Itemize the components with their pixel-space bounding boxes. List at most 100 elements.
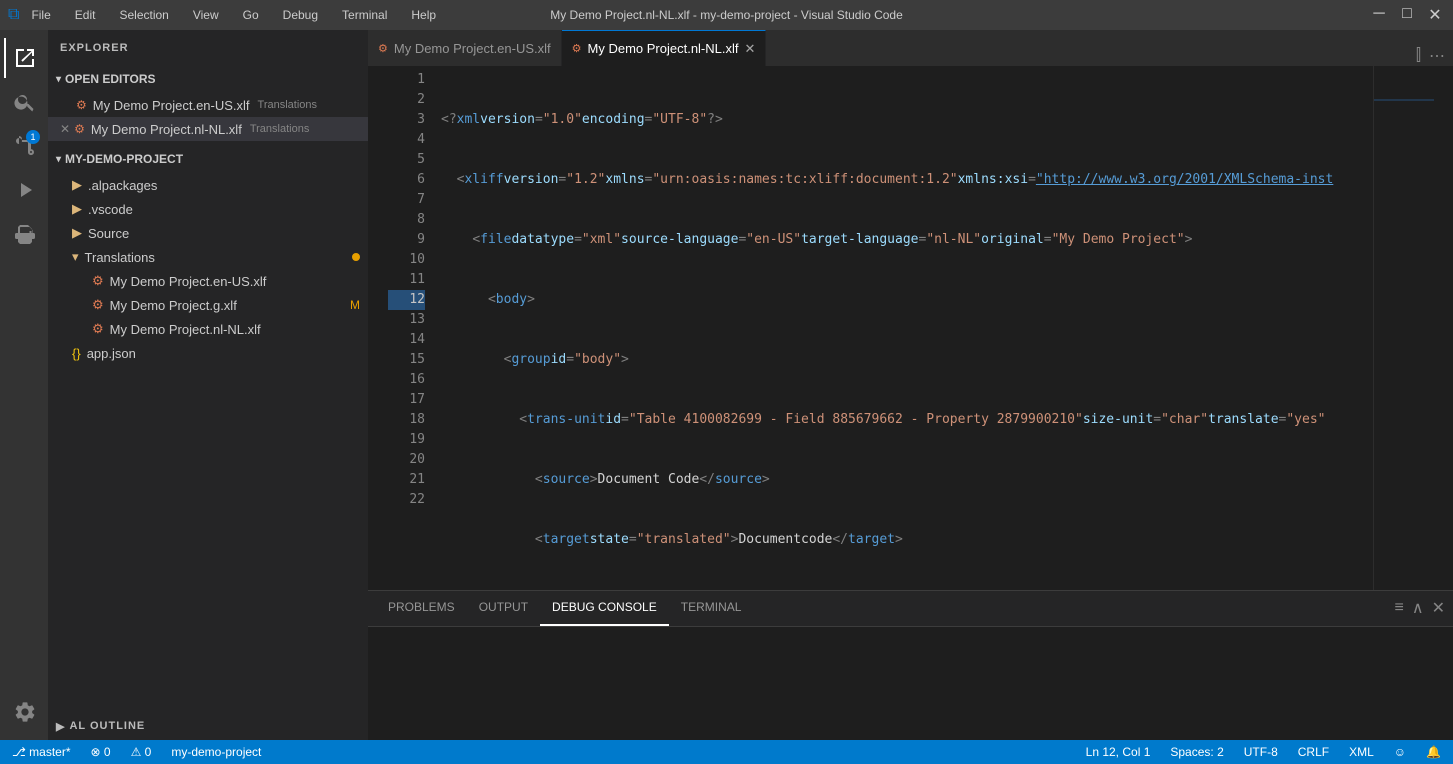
minimize-button[interactable]: ─ (1369, 5, 1389, 25)
menu-edit[interactable]: Edit (71, 6, 100, 24)
menu-file[interactable]: File (27, 6, 54, 24)
main-layout: 1 EXPLORER ▾ OPEN EDITORS ⚙ My Demo Proj… (0, 30, 1453, 740)
ln-2: 2 (388, 90, 425, 110)
tab-nl-nl[interactable]: ⚙ My Demo Project.nl-NL.xlf ✕ (562, 30, 767, 66)
close-nl-nl-icon[interactable]: ✕ (60, 122, 70, 136)
ln-13: 13 (388, 310, 425, 330)
close-button[interactable]: ✕ (1425, 5, 1445, 25)
statusbar-spaces[interactable]: Spaces: 2 (1166, 745, 1227, 759)
open-editor-en-us[interactable]: ⚙ My Demo Project.en-US.xlf Translations (48, 93, 368, 117)
code-line-1: <?xml version="1.0" encoding="UTF-8"?> (441, 110, 1373, 130)
activity-settings[interactable] (4, 692, 44, 732)
source-label: Source (88, 226, 129, 241)
panel-tab-problems[interactable]: PROBLEMS (376, 590, 467, 626)
project-section[interactable]: ▾ MY-DEMO-PROJECT (48, 145, 368, 173)
code-content[interactable]: <?xml version="1.0" encoding="UTF-8"?> <… (433, 66, 1373, 590)
tab-en-us[interactable]: ⚙ My Demo Project.en-US.xlf (368, 30, 562, 66)
window-title: My Demo Project.nl-NL.xlf - my-demo-proj… (550, 8, 903, 22)
panel-wrap-icon[interactable]: ≡ (1395, 599, 1404, 617)
statusbar: ⎇ master* ⊗ 0 ⚠ 0 my-demo-project Ln 12,… (0, 740, 1453, 764)
menu-go[interactable]: Go (239, 6, 263, 24)
ln-1: 1 (388, 70, 425, 90)
sidebar-item-source[interactable]: ▶ Source (48, 221, 368, 245)
panel-tab-terminal[interactable]: TERMINAL (669, 590, 754, 626)
g-xlf-label: My Demo Project.g.xlf (110, 298, 237, 313)
translations-modified-dot (352, 253, 360, 261)
statusbar-line-ending[interactable]: CRLF (1294, 745, 1333, 759)
folder-icon3: ▶ (72, 225, 82, 241)
project-label: MY-DEMO-PROJECT (65, 152, 183, 166)
sidebar-item-g-xlf[interactable]: ⚙ My Demo Project.g.xlf M (48, 293, 368, 317)
statusbar-line-col[interactable]: Ln 12, Col 1 (1082, 745, 1155, 759)
open-editors-label: OPEN EDITORS (65, 72, 155, 86)
tab-nl-nl-close[interactable]: ✕ (745, 41, 756, 57)
statusbar-right: Ln 12, Col 1 Spaces: 2 UTF-8 CRLF XML ☺ … (1082, 745, 1445, 759)
al-outline-label: AL OUTLINE (69, 720, 145, 732)
folder-icon4: ▾ (72, 249, 79, 265)
activity-extensions[interactable] (4, 214, 44, 254)
statusbar-language[interactable]: XML (1345, 745, 1378, 759)
activity-explorer[interactable] (4, 38, 44, 78)
ln-22: 22 (388, 490, 425, 510)
panel-tabs: PROBLEMS OUTPUT DEBUG CONSOLE TERMINAL ≡… (368, 591, 1453, 627)
activity-source-control[interactable]: 1 (4, 126, 44, 166)
al-outline-header[interactable]: ▶ AL OUTLINE (48, 712, 368, 740)
menu-view[interactable]: View (189, 6, 223, 24)
ln-4: 4 (388, 130, 425, 150)
menu-terminal[interactable]: Terminal (338, 6, 391, 24)
statusbar-warnings[interactable]: ⚠ 0 (127, 745, 156, 759)
folder-icon: ▶ (72, 177, 82, 193)
xlf-file-icon2: ⚙ (92, 297, 104, 313)
open-editor-nl-nl-name: My Demo Project.nl-NL.xlf (91, 122, 242, 137)
ln-15: 15 (388, 350, 425, 370)
ln-21: 21 (388, 470, 425, 490)
statusbar-branch[interactable]: ⎇ master* (8, 745, 75, 759)
sidebar-item-app-json[interactable]: {} app.json (48, 341, 368, 365)
menu-bar: File Edit Selection View Go Debug Termin… (27, 6, 440, 24)
sidebar-item-vscode[interactable]: ▶ .vscode (48, 197, 368, 221)
editor-actions: ⫿ ⋯ (1408, 46, 1453, 66)
panel-up-icon[interactable]: ∧ (1412, 598, 1424, 618)
code-line-6: <trans-unit id="Table 4100082699 - Field… (441, 410, 1373, 430)
split-editor-icon[interactable]: ⫿ (1416, 47, 1421, 65)
sidebar-item-en-us-xlf[interactable]: ⚙ My Demo Project.en-US.xlf (48, 269, 368, 293)
statusbar-smiley[interactable]: ☺ (1390, 745, 1410, 759)
ln-16: 16 (388, 370, 425, 390)
ln-19: 19 (388, 430, 425, 450)
panel-tab-output[interactable]: OUTPUT (467, 590, 540, 626)
translations-label: Translations (85, 250, 155, 265)
minimap (1373, 66, 1453, 590)
menu-debug[interactable]: Debug (279, 6, 322, 24)
vscode-logo-icon: ⧉ (8, 6, 19, 24)
sidebar-item-nl-nl-xlf[interactable]: ⚙ My Demo Project.nl-NL.xlf (48, 317, 368, 341)
en-us-xlf-label: My Demo Project.en-US.xlf (110, 274, 267, 289)
ln-12: 12 (388, 290, 425, 310)
code-line-3: <file datatype="xml" source-language="en… (441, 230, 1373, 250)
sidebar-item-alpackages[interactable]: ▶ .alpackages (48, 173, 368, 197)
statusbar-encoding[interactable]: UTF-8 (1240, 745, 1282, 759)
menu-selection[interactable]: Selection (115, 6, 172, 24)
maximize-button[interactable]: □ (1397, 5, 1417, 25)
panel-tab-debug-console[interactable]: DEBUG CONSOLE (540, 590, 669, 626)
code-line-7: <source>Document Code</source> (441, 470, 1373, 490)
titlebar: ⧉ File Edit Selection View Go Debug Term… (0, 0, 1453, 30)
ln-20: 20 (388, 450, 425, 470)
minimap-cursor (1374, 99, 1434, 101)
activity-search[interactable] (4, 82, 44, 122)
tab-en-us-icon: ⚙ (378, 42, 388, 55)
panel-close-icon[interactable]: ✕ (1432, 598, 1445, 618)
statusbar-errors[interactable]: ⊗ 0 (87, 745, 115, 759)
sidebar: EXPLORER ▾ OPEN EDITORS ⚙ My Demo Projec… (48, 30, 368, 740)
menu-help[interactable]: Help (407, 6, 440, 24)
ln-6: 6 (388, 170, 425, 190)
statusbar-bell[interactable]: 🔔 (1422, 745, 1445, 759)
more-actions-icon[interactable]: ⋯ (1429, 46, 1445, 66)
open-editors-section[interactable]: ▾ OPEN EDITORS (48, 65, 368, 93)
statusbar-project[interactable]: my-demo-project (167, 745, 265, 759)
open-editor-nl-nl[interactable]: ✕ ⚙ My Demo Project.nl-NL.xlf Translatio… (48, 117, 368, 141)
al-outline-section: ▶ AL OUTLINE (48, 712, 368, 740)
activity-run[interactable] (4, 170, 44, 210)
sidebar-item-translations[interactable]: ▾ Translations (48, 245, 368, 269)
ln-17: 17 (388, 390, 425, 410)
code-line-2: <xliff version="1.2" xmlns="urn:oasis:na… (441, 170, 1373, 190)
